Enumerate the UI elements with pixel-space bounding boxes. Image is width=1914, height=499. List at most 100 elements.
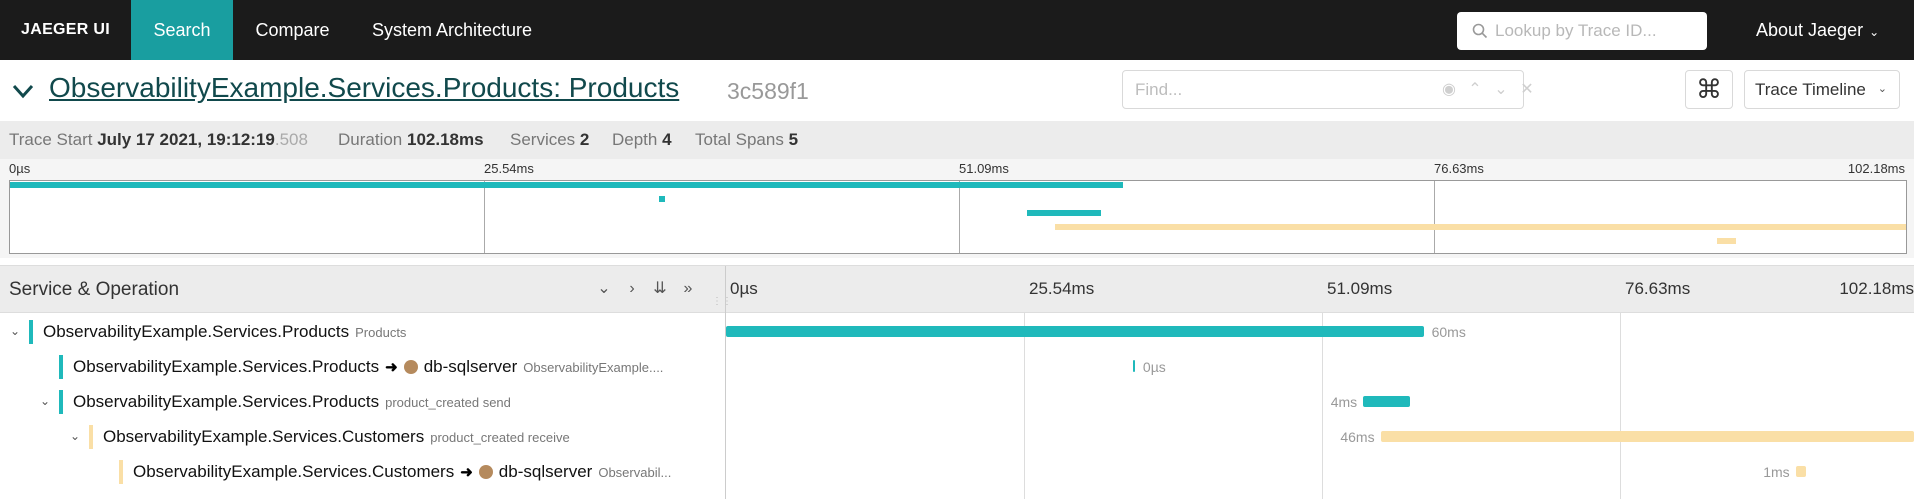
span-service-name[interactable]: ObservabilityExample.Services.Products ➜ d… [73, 357, 663, 377]
span-row[interactable]: ObservabilityExample.Services.Products ➜ d… [0, 349, 1914, 384]
chevron-down-icon: ⌄ [1869, 25, 1880, 39]
minimap-span-bar [1054, 224, 1906, 230]
total-spans-label: Total Spans [695, 130, 784, 149]
minimap-span-bar [1026, 210, 1102, 216]
minimap-span-bar [10, 182, 1124, 188]
collapse-all-icon[interactable]: ⇊ [650, 279, 670, 299]
span-timeline: Service & Operation ⌄ › ⇊ » ⋮⋮ 0µs 25.54… [0, 265, 1914, 499]
duration-value: 102.18ms [407, 130, 484, 149]
span-duration-bar[interactable] [1363, 396, 1410, 407]
operation-name: product_created send [385, 395, 511, 410]
trace-title-row: ObservabilityExample.Services.Products: … [0, 60, 1914, 121]
span-duration-label: 4ms [1330, 394, 1358, 410]
arrow-right-icon: ➜ [460, 464, 473, 481]
span-collapse-chevron-icon[interactable]: ⌄ [66, 427, 84, 445]
services-label: Services [510, 130, 576, 149]
span-name-cell[interactable]: ObservabilityExample.Services.Products ➜ d… [0, 349, 725, 384]
expand-one-icon[interactable]: › [622, 279, 642, 299]
span-duration-bar[interactable] [1380, 431, 1914, 442]
minimap-tick: 0µs [9, 161, 31, 176]
span-duration-label: 1ms [1763, 464, 1790, 480]
span-row[interactable]: ObservabilityExample.Services.Customers ➜… [0, 454, 1914, 489]
span-duration-bar[interactable] [1132, 360, 1135, 372]
expand-all-icon[interactable]: » [678, 279, 698, 299]
depth-label: Depth [612, 130, 658, 149]
trace-start: Trace Start July 17 2021, 19:12:19.508 [9, 130, 308, 150]
span-collapse-chevron-icon[interactable]: ⌄ [36, 392, 54, 410]
span-collapse-chevron-icon[interactable]: ⌄ [6, 322, 24, 340]
minimap-tick: 76.63ms [1434, 161, 1484, 176]
service-name: ObservabilityExample.Services.Products [73, 357, 380, 376]
trace-start-label: Trace Start [9, 130, 93, 149]
next-match-icon[interactable]: ⌄ [1488, 77, 1514, 103]
service-color-marker [89, 425, 93, 449]
span-name-cell[interactable]: ⌄ ObservabilityExample.Services.Products p… [0, 384, 725, 419]
view-mode-value: Trace Timeline [1755, 80, 1866, 99]
collapse-chevron-icon[interactable] [10, 78, 36, 104]
span-service-name[interactable]: ObservabilityExample.Services.Customers ➜… [133, 462, 671, 482]
operation-name: Products [355, 325, 407, 340]
clear-find-icon[interactable]: ✕ [1514, 77, 1540, 103]
span-row[interactable]: ⌄ ObservabilityExample.Services.Products P… [0, 314, 1914, 349]
trace-minimap[interactable]: 0µs 25.54ms 51.09ms 76.63ms 102.18ms [0, 159, 1914, 258]
arrow-right-icon: ➜ [385, 359, 398, 376]
minimap-tick: 25.54ms [484, 161, 534, 176]
trace-total-spans: Total Spans 5 [695, 130, 798, 150]
collapse-one-icon[interactable]: ⌄ [594, 279, 614, 299]
operation-name: Observabil... [598, 465, 672, 480]
trace-id-lookup[interactable] [1457, 12, 1707, 50]
trace-depth: Depth 4 [612, 130, 672, 150]
span-row[interactable]: ⌄ ObservabilityExample.Services.Products p… [0, 384, 1914, 419]
eye-icon[interactable]: ◉ [1436, 77, 1462, 103]
view-mode-select[interactable]: Trace Timeline ⌄ [1744, 70, 1900, 109]
timeline-tick: 102.18ms [1839, 279, 1914, 298]
brand-logo[interactable]: JAEGER UI [0, 0, 131, 60]
chevron-down-icon: ⌄ [1877, 83, 1887, 95]
timeline-tick: 51.09ms [1327, 279, 1393, 298]
resize-grip-icon[interactable]: ⋮⋮ [712, 296, 732, 308]
span-service-name[interactable]: ObservabilityExample.Services.Products Pr… [43, 322, 406, 342]
span-name-cell[interactable]: ⌄ ObservabilityExample.Services.Customers… [0, 419, 725, 454]
peer-service-name: db-sqlserver [423, 357, 518, 376]
nav-search[interactable]: Search [131, 0, 233, 60]
depth-value: 4 [662, 130, 672, 149]
find-input[interactable] [1135, 71, 1435, 108]
trace-id-input[interactable] [1495, 12, 1700, 50]
command-key-icon: ⌘ [1696, 74, 1722, 104]
span-duration-label: 46ms [1340, 429, 1375, 445]
operation-name: product_created receive [430, 430, 570, 445]
peer-service-dot-icon [403, 360, 418, 374]
service-color-marker [119, 460, 123, 484]
trace-services: Services 2 [510, 130, 589, 150]
span-service-name[interactable]: ObservabilityExample.Services.Products pr… [73, 392, 511, 412]
span-duration-label: 60ms [1431, 324, 1466, 340]
timeline-tick: 25.54ms [1029, 279, 1095, 298]
service-name: ObservabilityExample.Services.Customers [103, 427, 425, 446]
search-icon [1472, 23, 1488, 39]
about-jaeger-menu[interactable]: About Jaeger ⌄ [1756, 0, 1879, 60]
prev-match-icon[interactable]: ⌃ [1462, 77, 1488, 103]
span-duration-bar[interactable] [1795, 466, 1806, 477]
total-spans-value: 5 [788, 130, 799, 149]
keyboard-shortcuts-button[interactable]: ⌘ [1685, 70, 1733, 109]
span-service-name[interactable]: ObservabilityExample.Services.Customers p… [103, 427, 570, 447]
span-name-cell[interactable]: ⌄ ObservabilityExample.Services.Products P… [0, 314, 725, 349]
timeline-tick: 0µs [730, 279, 758, 298]
minimap-tick: 102.18ms [1847, 161, 1905, 176]
operation-name: ObservabilityExample.... [523, 360, 664, 375]
span-row[interactable]: ⌄ ObservabilityExample.Services.Customers… [0, 419, 1914, 454]
minimap-span-bar [659, 196, 666, 202]
nav-compare[interactable]: Compare [233, 0, 352, 60]
find-box: ◉ ⌃ ⌄ ✕ [1122, 70, 1534, 109]
nav-system-architecture[interactable]: System Architecture [352, 0, 552, 60]
trace-meta: Trace Start July 17 2021, 19:12:19.508 D… [0, 121, 1914, 159]
minimap-gridline [484, 181, 485, 253]
trace-duration: Duration 102.18ms [338, 130, 484, 150]
trace-title[interactable]: ObservabilityExample.Services.Products: … [49, 72, 679, 104]
minimap-gridline [1434, 181, 1435, 253]
minimap-canvas[interactable] [9, 180, 1907, 254]
span-name-cell[interactable]: ObservabilityExample.Services.Customers ➜… [0, 454, 725, 489]
service-name: ObservabilityExample.Services.Products [43, 322, 350, 341]
span-duration-bar[interactable] [726, 326, 1424, 337]
timeline-header: Service & Operation ⌄ › ⇊ » ⋮⋮ 0µs 25.54… [0, 266, 1914, 313]
